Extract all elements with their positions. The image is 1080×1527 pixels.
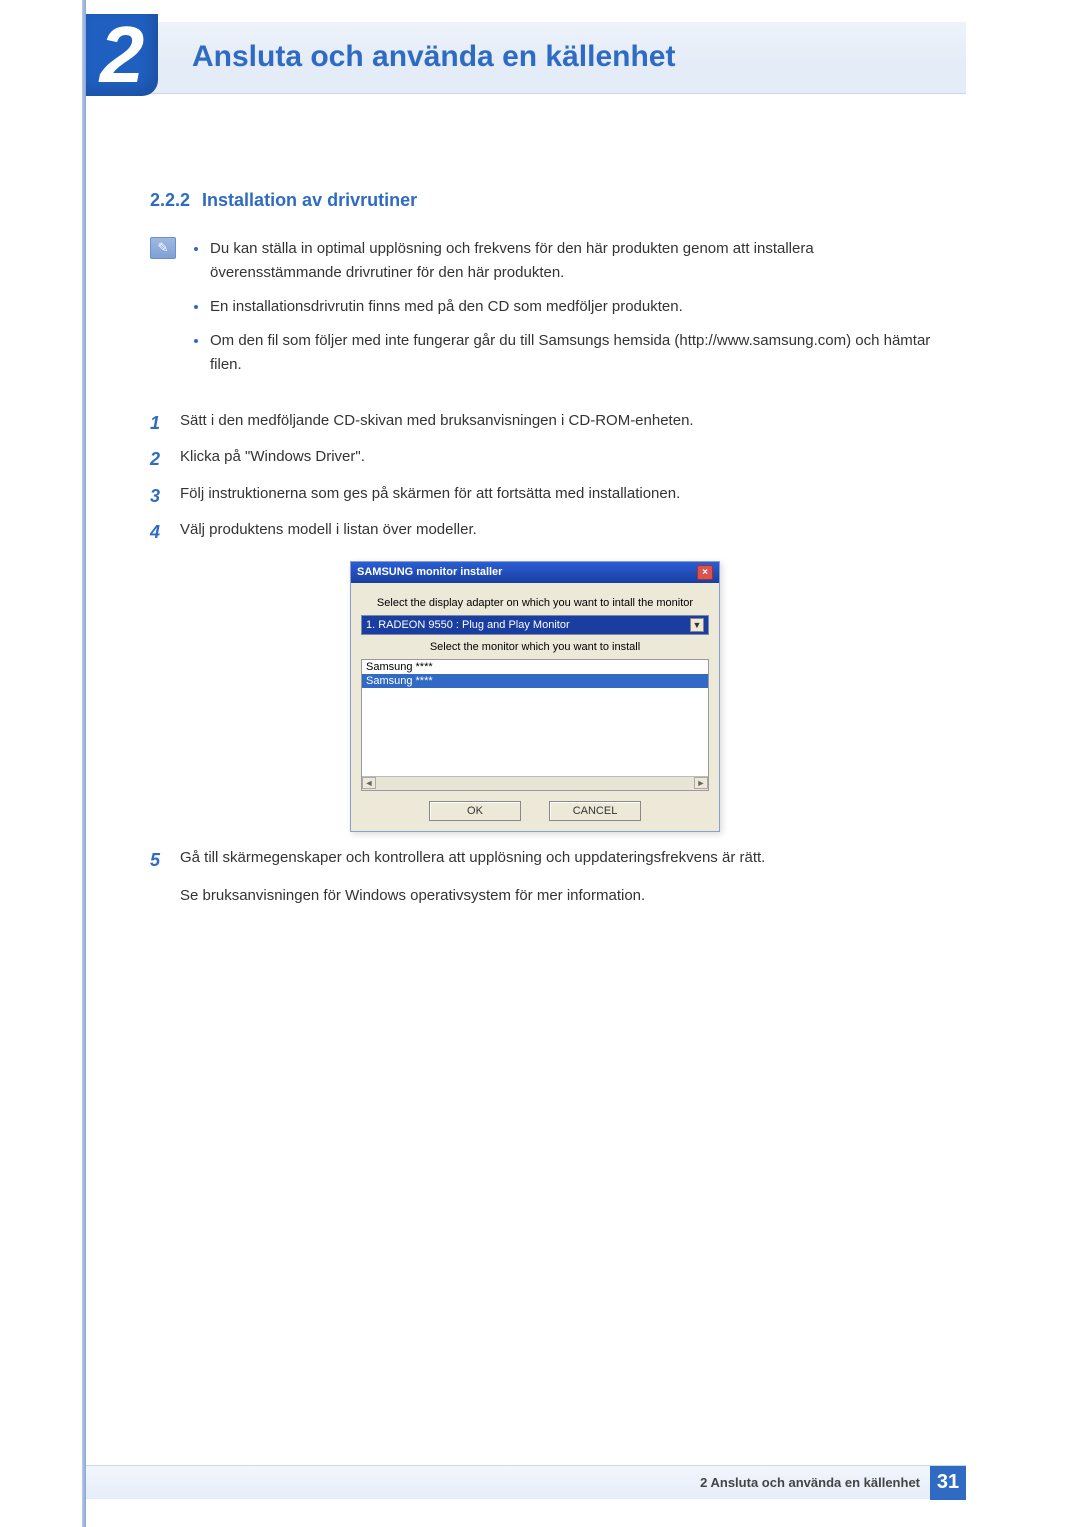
- section-heading: 2.2.2 Installation av drivrutiner: [150, 190, 940, 211]
- bullet-icon: [194, 305, 198, 309]
- monitor-label: Select the monitor which you want to ins…: [361, 641, 709, 653]
- scroll-left-icon[interactable]: ◄: [362, 777, 376, 789]
- note-item: Du kan ställa in optimal upplösning och …: [194, 237, 940, 285]
- note-text: Du kan ställa in optimal upplösning och …: [210, 237, 940, 285]
- note-text: Om den fil som följer med inte fungerar …: [210, 329, 940, 377]
- bullet-icon: [194, 339, 198, 343]
- section-title: Installation av drivrutiner: [202, 190, 417, 210]
- steps-list: 1 Sätt i den medföljande CD-skivan med br…: [150, 407, 940, 549]
- note-text: En installationsdrivrutin finns med på d…: [210, 295, 683, 319]
- adapter-label: Select the display adapter on which you …: [361, 597, 709, 609]
- chevron-down-icon[interactable]: ▼: [690, 618, 704, 632]
- monitor-option[interactable]: Samsung ****: [362, 660, 708, 674]
- adapter-dropdown[interactable]: 1. RADEON 9550 : Plug and Play Monitor ▼: [361, 615, 709, 635]
- bullet-icon: [194, 247, 198, 251]
- step-text: Följ instruktionerna som ges på skärmen …: [180, 480, 680, 512]
- scroll-right-icon[interactable]: ►: [694, 777, 708, 789]
- ok-button[interactable]: OK: [429, 801, 521, 821]
- step-text: Sätt i den medföljande CD-skivan med bru…: [180, 407, 694, 439]
- step-number: 2: [150, 443, 166, 475]
- side-stripe: [82, 0, 86, 1527]
- page-number: 31: [930, 1466, 966, 1500]
- step-text: Gå till skärmegenskaper och kontrollera …: [180, 844, 765, 876]
- installer-body: Select the display adapter on which you …: [351, 583, 719, 831]
- note-list: Du kan ställa in optimal upplösning och …: [194, 237, 940, 387]
- note-block: ✎ Du kan ställa in optimal upplösning oc…: [150, 237, 940, 387]
- note-item: Om den fil som följer med inte fungerar …: [194, 329, 940, 377]
- adapter-selected: 1. RADEON 9550 : Plug and Play Monitor: [366, 619, 570, 631]
- chapter-title: Ansluta och använda en källenhet: [192, 40, 675, 74]
- monitor-option-selected[interactable]: Samsung ****: [362, 674, 708, 688]
- step-2: 2 Klicka på "Windows Driver".: [150, 443, 940, 475]
- step-text: Klicka på "Windows Driver".: [180, 443, 365, 475]
- step-1: 1 Sätt i den medföljande CD-skivan med br…: [150, 407, 940, 439]
- note-item: En installationsdrivrutin finns med på d…: [194, 295, 940, 319]
- installer-title: SAMSUNG monitor installer: [357, 566, 502, 578]
- installer-dialog: SAMSUNG monitor installer × Select the d…: [350, 561, 720, 832]
- step-3: 3 Följ instruktionerna som ges på skärmen…: [150, 480, 940, 512]
- horizontal-scrollbar[interactable]: ◄ ►: [362, 776, 708, 790]
- page-footer: 2 Ansluta och använda en källenhet 31: [86, 1465, 966, 1499]
- dialog-buttons: OK CANCEL: [361, 801, 709, 821]
- cancel-button[interactable]: CANCEL: [549, 801, 641, 821]
- content-area: 2.2.2 Installation av drivrutiner ✎ Du ka…: [150, 190, 940, 909]
- close-icon[interactable]: ×: [697, 565, 713, 580]
- step-number: 4: [150, 516, 166, 548]
- note-icon: ✎: [150, 237, 176, 259]
- step-number: 3: [150, 480, 166, 512]
- step-number: 5: [150, 844, 166, 876]
- step-4: 4 Välj produktens modell i listan över mo…: [150, 516, 940, 548]
- footer-text: 2 Ansluta och använda en källenhet: [700, 1475, 920, 1490]
- step-number: 1: [150, 407, 166, 439]
- step-5-extra: Se bruksanvisningen för Windows operativ…: [180, 882, 940, 909]
- monitor-listbox[interactable]: Samsung **** Samsung **** ◄ ►: [361, 659, 709, 791]
- installer-titlebar: SAMSUNG monitor installer ×: [351, 562, 719, 583]
- section-number: 2.2.2: [150, 190, 190, 210]
- step-text: Välj produktens modell i listan över mod…: [180, 516, 477, 548]
- chapter-number-badge: 2: [86, 14, 158, 96]
- step-5: 5 Gå till skärmegenskaper och kontrollera…: [150, 844, 940, 876]
